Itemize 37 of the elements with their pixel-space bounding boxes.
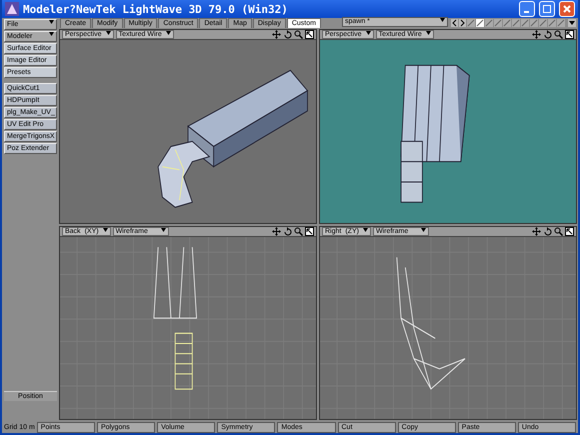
maximize-icon[interactable] (305, 226, 314, 236)
move-icon[interactable] (272, 226, 281, 236)
zoom-icon[interactable] (554, 30, 563, 39)
caret-icon (106, 31, 111, 35)
app-logo-icon (5, 2, 19, 16)
next-layer-icon[interactable] (459, 19, 466, 27)
maximize-icon (543, 5, 551, 13)
caret-icon (49, 20, 54, 24)
rotate-icon[interactable] (283, 30, 292, 39)
caret-icon (160, 228, 166, 232)
caret-icon (102, 228, 108, 232)
minimize-button[interactable] (519, 1, 535, 17)
move-icon[interactable] (532, 30, 541, 39)
caret-icon (426, 31, 431, 35)
caret-icon (366, 31, 371, 35)
close-icon (563, 5, 571, 13)
close-button[interactable] (559, 1, 575, 17)
previous-layer-icon[interactable] (451, 19, 458, 27)
zoom-icon[interactable] (294, 30, 303, 39)
maximize-icon[interactable] (565, 30, 574, 39)
layer-toggles-icon[interactable] (467, 19, 567, 27)
rotate-icon[interactable] (543, 226, 552, 236)
caret-icon (49, 32, 54, 36)
maximize-button[interactable] (539, 1, 555, 17)
maximize-icon[interactable] (305, 30, 314, 39)
caret-icon (362, 228, 368, 232)
move-icon[interactable] (532, 226, 541, 236)
caret-icon (420, 228, 426, 232)
maximize-icon[interactable] (565, 226, 574, 236)
window-title: Modeler?NewTek LightWave 3D 79.0 (Win32) (23, 2, 289, 16)
zoom-icon[interactable] (554, 226, 563, 236)
zoom-icon[interactable] (294, 226, 303, 236)
rotate-icon[interactable] (543, 30, 552, 39)
caret-icon[interactable] (568, 19, 576, 27)
caret-icon (166, 31, 171, 35)
move-icon[interactable] (272, 30, 281, 39)
rotate-icon[interactable] (283, 226, 292, 236)
